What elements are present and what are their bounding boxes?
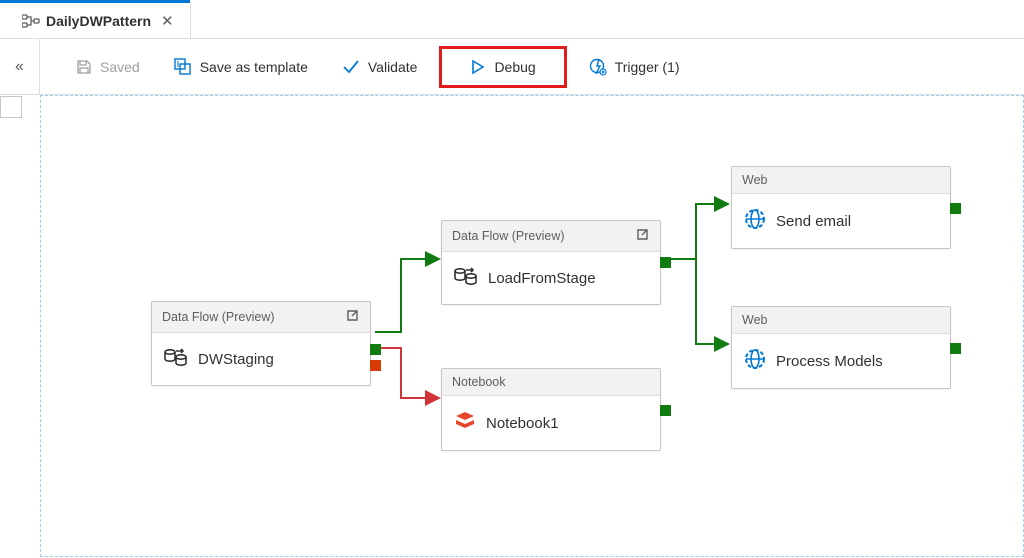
collapse-sidebar-button[interactable]: «	[0, 39, 40, 95]
save-template-label: Save as template	[200, 59, 308, 75]
activity-title: DWStaging	[198, 351, 274, 368]
activity-loadfromstage[interactable]: Data Flow (Preview) LoadFromStage	[441, 220, 661, 305]
activity-send-email[interactable]: Web Send email	[731, 166, 951, 249]
web-icon	[744, 208, 766, 234]
activity-title: LoadFromStage	[488, 270, 596, 287]
failure-port[interactable]	[370, 360, 381, 371]
pipeline-tab[interactable]: DailyDWPattern ✕	[10, 3, 191, 38]
open-icon[interactable]	[345, 308, 360, 326]
validate-button[interactable]: Validate	[330, 52, 430, 82]
dataflow-icon	[164, 347, 188, 371]
success-port[interactable]	[950, 343, 961, 354]
activity-type: Web	[742, 313, 767, 327]
success-port[interactable]	[660, 405, 671, 416]
trigger-button[interactable]: Trigger (1)	[577, 52, 692, 82]
trigger-icon	[589, 58, 607, 76]
saved-label: Saved	[100, 59, 140, 75]
web-icon	[744, 348, 766, 374]
success-port[interactable]	[950, 203, 961, 214]
databricks-icon	[454, 410, 476, 436]
chevron-double-left-icon: «	[15, 58, 24, 76]
activity-type: Data Flow (Preview)	[162, 310, 275, 324]
activity-type: Data Flow (Preview)	[452, 229, 565, 243]
activity-dwstaging[interactable]: Data Flow (Preview) DWStaging	[151, 301, 371, 386]
tab-title: DailyDWPattern	[46, 13, 151, 29]
dataflow-icon	[454, 266, 478, 290]
trigger-label: Trigger (1)	[615, 59, 680, 75]
template-icon	[174, 58, 192, 76]
validate-label: Validate	[368, 59, 418, 75]
activity-title: Notebook1	[486, 415, 559, 432]
save-icon	[76, 59, 92, 75]
saved-status: Saved	[64, 53, 152, 81]
activity-title: Process Models	[776, 353, 883, 370]
debug-button[interactable]: Debug	[439, 46, 566, 88]
close-icon[interactable]: ✕	[157, 12, 178, 30]
play-icon	[470, 59, 486, 75]
check-icon	[342, 58, 360, 76]
pipeline-icon	[22, 14, 40, 28]
success-port[interactable]	[370, 344, 381, 355]
open-icon[interactable]	[635, 227, 650, 245]
activity-type: Web	[742, 173, 767, 187]
save-as-template-button[interactable]: Save as template	[162, 52, 320, 82]
sidebar-stub[interactable]	[0, 96, 22, 118]
activity-type: Notebook	[452, 375, 506, 389]
activity-process-models[interactable]: Web Process Models	[731, 306, 951, 389]
activity-title: Send email	[776, 213, 851, 230]
activity-notebook1[interactable]: Notebook Notebook1	[441, 368, 661, 451]
pipeline-canvas[interactable]: Data Flow (Preview) DWStaging Data Flow …	[40, 95, 1024, 557]
debug-label: Debug	[494, 59, 535, 75]
success-port[interactable]	[660, 257, 671, 268]
